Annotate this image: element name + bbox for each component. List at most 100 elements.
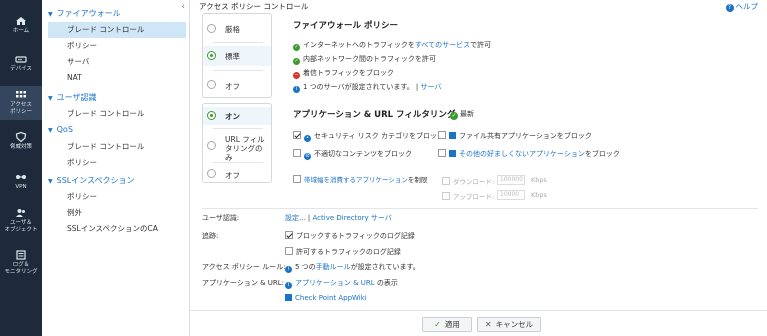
upload-input[interactable]: 10000 xyxy=(497,190,525,200)
download-limit-row: ダウンロード: xyxy=(442,176,494,186)
device-icon xyxy=(15,56,27,63)
checkbox-bandwidth[interactable] xyxy=(293,175,301,183)
app-url-link[interactable]: アプリケーション & URL xyxy=(295,279,375,287)
firewall-option-off[interactable]: オフ xyxy=(203,76,271,94)
manual-rules-link[interactable]: 手動ルール xyxy=(316,263,351,271)
help-icon: ? xyxy=(725,4,734,12)
checkbox-inappropriate[interactable] xyxy=(293,149,301,157)
chevron-down-icon: ▼ xyxy=(48,11,53,18)
checkbox-upload[interactable] xyxy=(442,192,450,200)
divider xyxy=(213,42,263,43)
radio-standard[interactable] xyxy=(207,51,216,60)
app-url-value: i アプリケーション & URL の表示 xyxy=(285,278,398,289)
nav-access-policy[interactable]: アクセス ポリシー xyxy=(0,86,42,120)
tree-item-ssl-ca[interactable]: SSLインスペクションのCA xyxy=(48,221,186,237)
app-option-url-only[interactable]: URL フィルタリングのみ xyxy=(203,134,271,162)
check-icon: ✓ xyxy=(293,58,300,65)
user-awareness-links: 設定... | Active Directory サーバ xyxy=(285,214,392,222)
vpn-icon xyxy=(16,175,26,179)
app-cb-other-apps[interactable]: その他の好ましくないアプリケーションをブロック xyxy=(438,149,620,159)
app-cb-bandwidth[interactable]: 帯域幅を消費するアプリケーションを制限 xyxy=(293,174,427,184)
radio-strict[interactable] xyxy=(207,24,216,33)
collapse-panel-icon[interactable]: ‹ xyxy=(181,2,185,12)
app-option-off[interactable]: オフ xyxy=(203,167,271,181)
footer-bar: ✓ 適用 ✕ キャンセル xyxy=(190,310,767,336)
tree-item-fw-policy[interactable]: ポリシー xyxy=(48,38,186,54)
tree-section-firewall[interactable]: ▼ ファイアウォール xyxy=(48,8,121,19)
tree-item-qos-blade-control[interactable]: ブレード コントロール xyxy=(48,139,186,155)
nav-logs-monitoring[interactable]: ログ＆ モニタリング xyxy=(0,250,42,278)
checkbox-download[interactable] xyxy=(442,177,450,185)
radio-app-off[interactable] xyxy=(207,169,216,178)
cancel-button[interactable]: ✕ キャンセル xyxy=(477,317,541,332)
app-heading: アプリケーション & URL フィルタリング xyxy=(293,110,456,120)
chevron-down-icon: ▼ xyxy=(48,127,53,134)
nav-home[interactable]: ホーム xyxy=(0,16,42,38)
radio-url-only[interactable] xyxy=(207,141,216,150)
app-cb-file-sharing[interactable]: ファイル共有アプリケーションをブロック xyxy=(438,131,592,141)
tracking-label: 追跡: xyxy=(202,232,219,240)
help-link[interactable]: ? ヘルプ xyxy=(725,1,758,12)
nav-vpn[interactable]: VPN xyxy=(0,172,42,194)
all-services-link[interactable]: すべてのサービス xyxy=(415,41,470,49)
app-option-on[interactable]: オン xyxy=(203,107,271,125)
divider xyxy=(213,70,263,71)
appwiki-link[interactable]: Check Point AppWiki xyxy=(295,294,367,302)
firewall-option-standard[interactable]: 標準 xyxy=(203,46,271,66)
tree-item-ssl-policy[interactable]: ポリシー xyxy=(48,189,186,205)
nav-access-policy-label: アクセス ポリシー xyxy=(9,102,32,115)
nav-threat-label: 脅威対策 xyxy=(9,144,32,150)
checkbox-log-allowed[interactable] xyxy=(285,247,293,255)
tree-item-fw-blade-control[interactable]: ブレード コントロール xyxy=(48,22,186,38)
fw-line-internal: ✓ 内部ネットワーク間のトラフィックを許可 xyxy=(293,55,436,65)
tree-item-qos-policy[interactable]: ポリシー xyxy=(48,155,186,171)
nav-threat-prevention[interactable]: 脅威対策 xyxy=(0,132,42,154)
tree-section-ssl[interactable]: ▼ SSLインスペクション xyxy=(48,175,135,186)
check-icon: ✓ xyxy=(450,112,458,120)
tree-item-fw-servers[interactable]: サーバ xyxy=(48,54,186,70)
tree-section-user-awareness[interactable]: ▼ ユーザ認識 xyxy=(48,92,96,103)
fw-line-incoming: − 着信トラフィックをブロック xyxy=(293,69,394,79)
user-settings-link[interactable]: 設定... xyxy=(285,214,306,222)
tree-item-fw-nat[interactable]: NAT xyxy=(48,70,186,86)
apply-button[interactable]: ✓ 適用 xyxy=(422,317,472,332)
nav-users-objects[interactable]: ユーザ＆ オブジェクト xyxy=(0,208,42,236)
divider xyxy=(213,128,263,129)
section-divider xyxy=(202,208,758,209)
fw-line-servers: i1 つのサーバが設定されています。 | サーバ xyxy=(293,82,441,93)
block-content-icon: ⊘ xyxy=(304,153,311,160)
home-icon xyxy=(16,17,26,25)
file-share-icon xyxy=(449,132,456,139)
tree-section-qos[interactable]: ▼ QoS xyxy=(48,125,73,134)
info-icon: i xyxy=(285,282,292,289)
checkbox-log-blocked[interactable] xyxy=(285,231,293,239)
tree-item-ua-blade-control[interactable]: ブレード コントロール xyxy=(48,106,186,122)
nav-vpn-label: VPN xyxy=(15,184,27,190)
ad-servers-link[interactable]: Active Directory サーバ xyxy=(313,214,392,222)
checkbox-file-sharing[interactable] xyxy=(438,131,446,139)
track-blocked-row[interactable]: ブロックするトラフィックのログ記録 xyxy=(285,231,415,241)
firewall-option-strict[interactable]: 厳格 xyxy=(203,20,271,38)
users-icon xyxy=(16,209,25,217)
nav-devices[interactable]: デバイス xyxy=(0,54,42,76)
checkbox-security-risk[interactable] xyxy=(293,131,301,139)
firewall-level-card: 厳格 標準 オフ xyxy=(202,13,272,98)
other-apps-link[interactable]: その他の好ましくないアプリケーション xyxy=(459,150,585,158)
radio-app-on[interactable] xyxy=(207,111,216,120)
upload-unit: Kbps xyxy=(531,191,547,199)
track-allowed-row[interactable]: 許可するトラフィックのログ記録 xyxy=(285,247,401,257)
radio-off[interactable] xyxy=(207,80,216,89)
checkbox-other-apps[interactable] xyxy=(438,149,446,157)
bandwidth-apps-link[interactable]: 帯域幅を消費するアプリケーション xyxy=(304,176,408,184)
tree-item-ssl-exceptions[interactable]: 例外 xyxy=(48,205,186,221)
check-icon: ✓ xyxy=(434,320,441,329)
policy-rules-value: i5 つの手動ルールが設定されています。 xyxy=(285,262,420,273)
appwiki-icon xyxy=(285,294,292,301)
app-cb-inappropriate[interactable]: ⊘ 不適切なコンテンツをブロック xyxy=(293,149,412,160)
servers-link[interactable]: サーバ xyxy=(421,83,442,91)
block-icon: − xyxy=(293,72,300,79)
download-input[interactable]: 100000 xyxy=(497,175,525,185)
close-icon: ✕ xyxy=(484,320,492,329)
nav-logs-label: ログ＆ モニタリング xyxy=(4,262,38,275)
app-cb-security-risk[interactable]: • セキュリティ リスク カテゴリをブロック xyxy=(293,131,444,142)
